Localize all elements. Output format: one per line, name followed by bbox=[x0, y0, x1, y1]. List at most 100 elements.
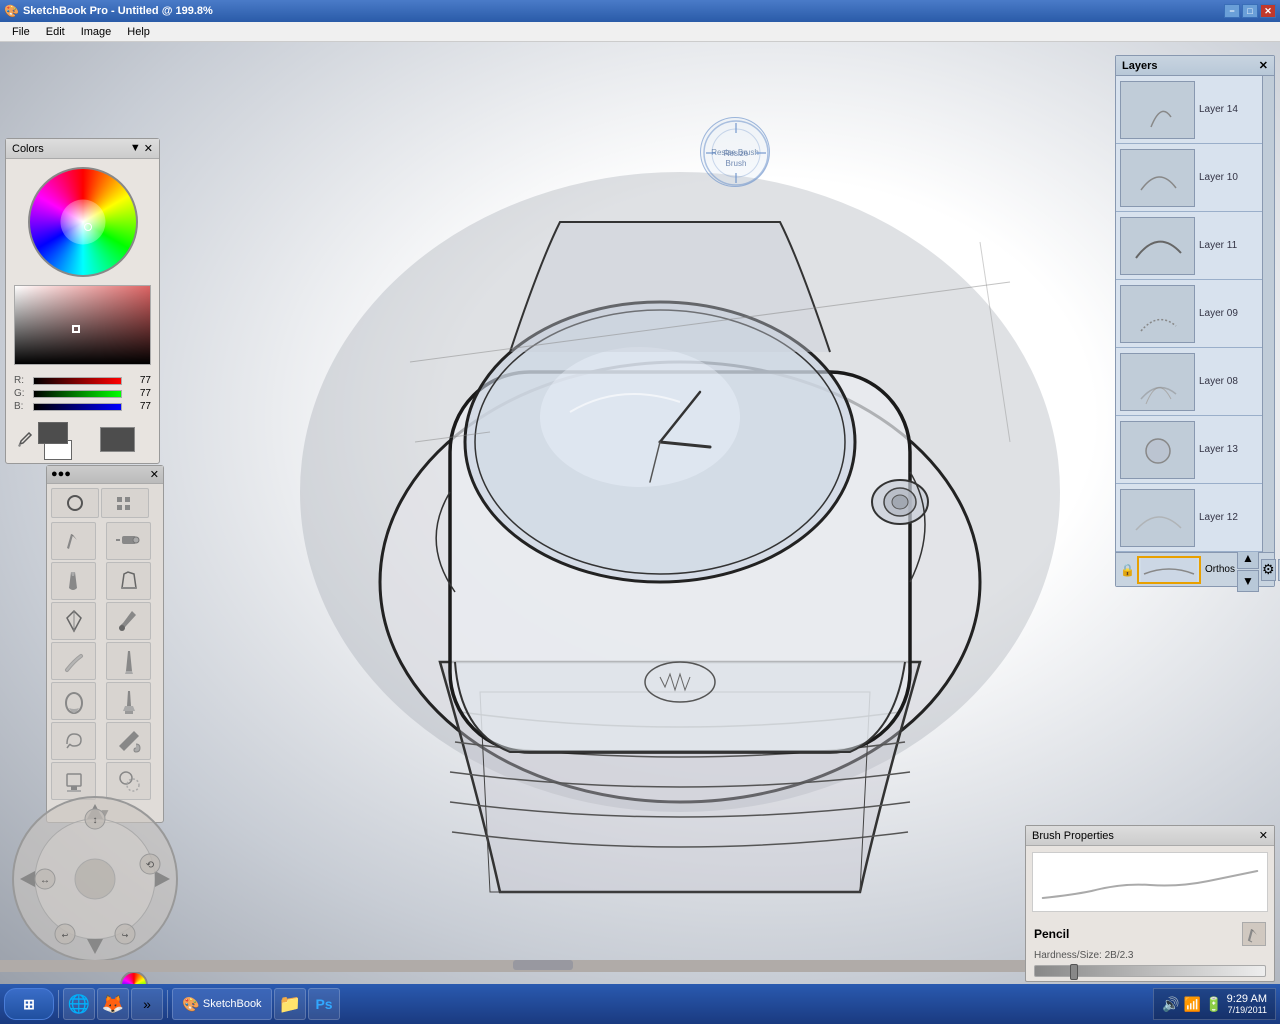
size-slider-thumb bbox=[1070, 964, 1078, 980]
brush-item-blend[interactable] bbox=[106, 642, 151, 680]
layers-panel-header: Layers ✕ bbox=[1116, 56, 1274, 76]
layer-thumb-13 bbox=[1120, 421, 1195, 479]
r-slider[interactable] bbox=[33, 377, 122, 385]
edit-menu[interactable]: Edit bbox=[38, 24, 73, 40]
nav-ring-svg: ↕ ↔ ⟲ ↩ ↪ bbox=[5, 789, 185, 969]
layer-item-11[interactable]: Layer 11 bbox=[1116, 212, 1274, 280]
taskbar-explorer-icon[interactable]: 📁 bbox=[274, 988, 306, 1020]
maximize-button[interactable]: □ bbox=[1242, 4, 1258, 18]
taskbar-firefox-icon[interactable]: 🦊 bbox=[97, 988, 129, 1020]
layers-close-btn[interactable]: ✕ bbox=[1259, 59, 1268, 72]
help-menu[interactable]: Help bbox=[119, 24, 158, 40]
image-menu[interactable]: Image bbox=[73, 24, 120, 40]
svg-text:↪: ↪ bbox=[122, 931, 129, 940]
brush-item-pen[interactable] bbox=[51, 602, 96, 640]
tray-icon-2[interactable]: 📶 bbox=[1184, 996, 1201, 1013]
r-value: 77 bbox=[126, 375, 151, 386]
layers-bottom-bar: 🔒 Orthos ▲ ▼ ⚙ ▼ bbox=[1116, 552, 1274, 586]
layer-item-14[interactable]: Layer 14 bbox=[1116, 76, 1274, 144]
svg-text:↕: ↕ bbox=[93, 815, 98, 826]
colors-collapse-btn[interactable]: ▼ bbox=[130, 142, 141, 155]
colors-close-btn[interactable]: ✕ bbox=[144, 142, 153, 155]
brush-panel: ●●● ✕ bbox=[46, 465, 164, 823]
brush-type-icon[interactable] bbox=[1242, 922, 1266, 946]
brush-item-eraser[interactable] bbox=[51, 682, 96, 720]
layers-scrollbar[interactable] bbox=[1262, 76, 1274, 552]
clock-area[interactable]: 9:29 AM 7/19/2011 bbox=[1227, 993, 1267, 1015]
layer-thumb-08 bbox=[1120, 353, 1195, 411]
brush-item-texture[interactable] bbox=[106, 682, 151, 720]
brush-panel-close[interactable]: ✕ bbox=[150, 468, 159, 481]
layer-name-08: Layer 08 bbox=[1199, 376, 1238, 387]
brush-grid-view[interactable] bbox=[101, 488, 149, 518]
brush-props-title: Brush Properties bbox=[1032, 830, 1114, 842]
tray-icon-3[interactable]: 🔋 bbox=[1205, 996, 1222, 1013]
colors-panel-header: Colors ▼ ✕ bbox=[6, 139, 159, 159]
canvas-hscroll-thumb[interactable] bbox=[513, 960, 573, 970]
r-label: R: bbox=[14, 375, 29, 386]
color-wheel-inner bbox=[60, 200, 105, 245]
taskbar-ie-icon[interactable]: 🌐 bbox=[63, 988, 95, 1020]
brush-info: Pencil Hardness/Size: 2B/2.3 bbox=[1026, 918, 1274, 981]
layer-name-13: Layer 13 bbox=[1199, 444, 1238, 455]
taskbar-sketchbook-icon[interactable]: 🎨 SketchBook bbox=[172, 988, 272, 1020]
brush-item-marker[interactable] bbox=[51, 562, 96, 600]
color-wheel[interactable] bbox=[28, 167, 138, 277]
brush-props-header: Brush Properties ✕ bbox=[1026, 826, 1274, 846]
g-label: G: bbox=[14, 388, 29, 399]
svg-text:↔: ↔ bbox=[40, 875, 50, 886]
brush-props-close-btn[interactable]: ✕ bbox=[1259, 829, 1268, 842]
g-slider[interactable] bbox=[33, 390, 122, 398]
brush-item-pencil[interactable] bbox=[51, 522, 96, 560]
canvas-hscroll[interactable] bbox=[0, 960, 1025, 972]
foreground-color[interactable] bbox=[38, 422, 68, 444]
hs-cursor bbox=[72, 325, 80, 333]
taskbar-divider-2 bbox=[167, 990, 168, 1018]
window-controls: − □ ✕ bbox=[1224, 4, 1276, 18]
close-button[interactable]: ✕ bbox=[1260, 4, 1276, 18]
hardness-size-label: Hardness/Size: 2B/2.3 bbox=[1034, 950, 1266, 961]
brush-view-toggle bbox=[47, 484, 163, 518]
taskbar-divider-1 bbox=[58, 990, 59, 1018]
brush-name-row: Pencil bbox=[1034, 922, 1266, 946]
brush-item-chisel[interactable] bbox=[106, 562, 151, 600]
layer-thumb-09 bbox=[1120, 285, 1195, 343]
svg-text:Brush: Brush bbox=[726, 159, 747, 168]
brush-item-brush2[interactable] bbox=[106, 602, 151, 640]
color-swatches-row bbox=[6, 418, 159, 463]
start-button[interactable]: ⊞ bbox=[4, 988, 54, 1020]
layer-name-12: Layer 12 bbox=[1199, 512, 1238, 523]
hs-gradient-box[interactable] bbox=[14, 285, 151, 365]
brush-item-fill[interactable] bbox=[106, 722, 151, 760]
menu-bar: File Edit Image Help bbox=[0, 22, 1280, 42]
layer-item-12[interactable]: Layer 12 bbox=[1116, 484, 1274, 552]
b-value: 77 bbox=[126, 401, 151, 412]
taskbar-more-icon[interactable]: » bbox=[131, 988, 163, 1020]
layer-settings-btn[interactable]: ⚙ bbox=[1261, 559, 1276, 581]
layers-title: Layers bbox=[1122, 60, 1157, 72]
layer-item-13[interactable]: Layer 13 bbox=[1116, 416, 1274, 484]
b-slider[interactable] bbox=[33, 403, 122, 411]
colors-panel: Colors ▼ ✕ R: 77 G: 77 bbox=[5, 138, 160, 464]
taskbar-photoshop-icon[interactable]: Ps bbox=[308, 988, 340, 1020]
svg-text:⟲: ⟲ bbox=[146, 860, 155, 871]
current-color-swatch bbox=[100, 427, 135, 452]
layers-scroll-area: Layer 14 Layer 10 Layer 11 bbox=[1116, 76, 1274, 552]
minimize-button[interactable]: − bbox=[1224, 4, 1240, 18]
brush-item-smudge[interactable] bbox=[51, 642, 96, 680]
file-menu[interactable]: File bbox=[4, 24, 38, 40]
layer-item-10[interactable]: Layer 10 bbox=[1116, 144, 1274, 212]
layer-item-09[interactable]: Layer 09 bbox=[1116, 280, 1274, 348]
layer-move-down-btn[interactable]: ▼ bbox=[1237, 570, 1259, 592]
color-wheel-container[interactable] bbox=[6, 159, 159, 285]
layer-item-08[interactable]: Layer 08 bbox=[1116, 348, 1274, 416]
layer-name-11: Layer 11 bbox=[1199, 240, 1237, 251]
size-slider[interactable] bbox=[1034, 965, 1266, 977]
color-swatch-area bbox=[38, 422, 88, 457]
brush-circle-view[interactable] bbox=[51, 488, 99, 518]
brush-item-airbrush[interactable] bbox=[106, 522, 151, 560]
tray-icon-1[interactable]: 🔊 bbox=[1162, 996, 1179, 1013]
brush-item-lasso[interactable] bbox=[51, 722, 96, 760]
eyedropper-tool[interactable] bbox=[14, 430, 34, 450]
brush-stroke-preview bbox=[1032, 852, 1268, 912]
